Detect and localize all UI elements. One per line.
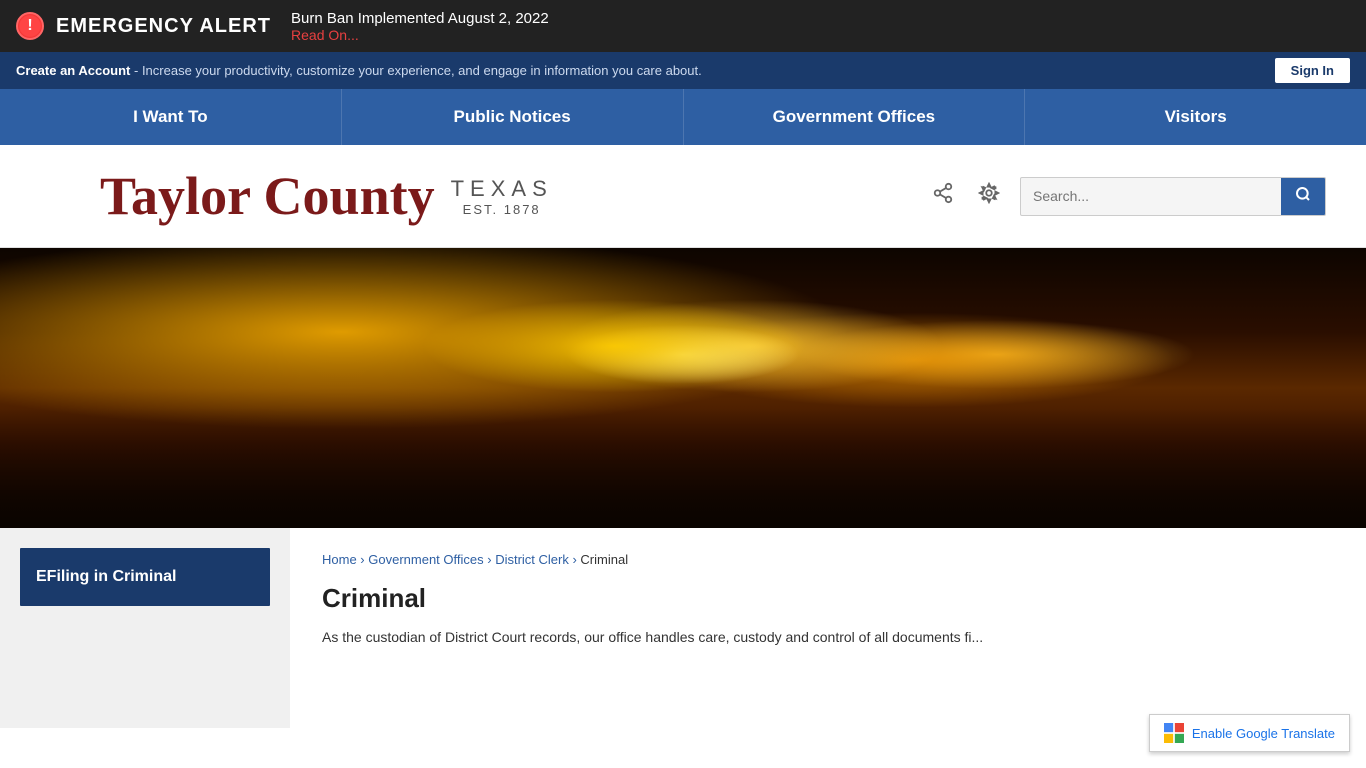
emergency-icon (16, 12, 44, 40)
translate-label: Enable Google Translate (1192, 726, 1335, 741)
emergency-headline: Burn Ban Implemented August 2, 2022 (291, 10, 549, 27)
emergency-content: Burn Ban Implemented August 2, 2022 Read… (291, 10, 549, 43)
nav-item-public-notices[interactable]: Public Notices (342, 89, 684, 145)
main-nav: I Want To Public Notices Government Offi… (0, 89, 1366, 145)
logo-texas: TEXAS (451, 176, 553, 202)
search-button[interactable] (1281, 178, 1325, 215)
main-content: Home › Government Offices › District Cle… (290, 528, 1366, 728)
nav-item-government-offices[interactable]: Government Offices (684, 89, 1026, 145)
account-bar: Create an Account - Increase your produc… (0, 52, 1366, 89)
logo-est: EST. 1878 (451, 202, 553, 217)
content-wrapper: EFiling in Criminal Home › Government Of… (0, 528, 1366, 728)
nav-item-i-want-to[interactable]: I Want To (0, 89, 342, 145)
logo-text: Taylor County TEXAS EST. 1878 (100, 165, 553, 227)
share-button[interactable] (928, 178, 958, 214)
emergency-bar: EMERGENCY ALERT Burn Ban Implemented Aug… (0, 0, 1366, 52)
create-account-link[interactable]: Create an Account (16, 63, 130, 78)
logo-actions (928, 177, 1326, 216)
emergency-read-on-link[interactable]: Read On... (291, 27, 359, 43)
logo-area: Taylor County TEXAS EST. 1878 (0, 145, 1366, 248)
account-bar-text: Create an Account - Increase your produc… (16, 63, 702, 78)
page-description: As the custodian of District Court recor… (322, 626, 1334, 648)
breadcrumb-current: Criminal (580, 552, 628, 567)
google-translate-icon (1164, 723, 1184, 743)
search-input[interactable] (1021, 180, 1281, 212)
breadcrumb: Home › Government Offices › District Cle… (322, 552, 1334, 567)
hero-street (0, 408, 1366, 528)
search-container (1020, 177, 1326, 216)
logo-main: Taylor County (100, 165, 435, 227)
emergency-title: EMERGENCY ALERT (56, 15, 271, 38)
breadcrumb-district-clerk[interactable]: District Clerk (495, 552, 569, 567)
hero-image (0, 248, 1366, 528)
sidebar: EFiling in Criminal (0, 528, 290, 728)
breadcrumb-gov-offices[interactable]: Government Offices (368, 552, 483, 567)
translate-widget[interactable]: Enable Google Translate (1149, 714, 1350, 752)
nav-item-visitors[interactable]: Visitors (1025, 89, 1366, 145)
sidebar-item-efiling[interactable]: EFiling in Criminal (20, 548, 270, 606)
logo-sub: TEXAS EST. 1878 (451, 176, 553, 217)
breadcrumb-home[interactable]: Home (322, 552, 357, 567)
settings-button[interactable] (974, 178, 1004, 214)
sign-in-button[interactable]: Sign In (1275, 58, 1350, 83)
page-title: Criminal (322, 583, 1334, 614)
account-bar-description: - Increase your productivity, customize … (130, 63, 701, 78)
